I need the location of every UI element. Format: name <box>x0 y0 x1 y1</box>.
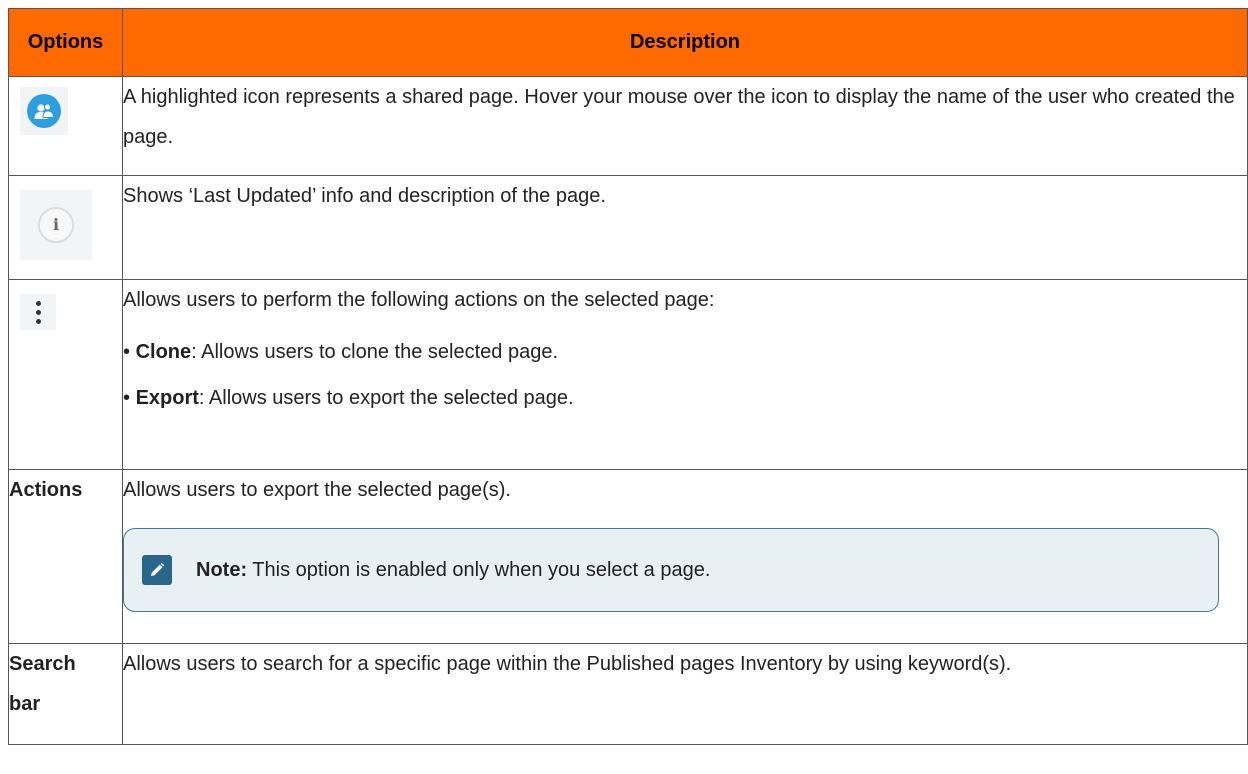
header-options: Options <box>8 8 123 77</box>
description-text: Allows users to search for a specific pa… <box>123 653 1012 675</box>
options-label-actions: Actions <box>8 469 123 644</box>
description-text: A highlighted icon represents a shared p… <box>123 86 1235 148</box>
info-icon: i <box>38 207 74 243</box>
options-label-search-bar: Search bar <box>8 643 123 745</box>
table-row: Actions Allows users to export the selec… <box>8 469 1248 644</box>
description-text: Allows users to perform the following ac… <box>123 289 715 311</box>
clone-text: : Allows users to clone the selected pag… <box>191 341 559 363</box>
note-text: Note: This option is enabled only when y… <box>196 550 710 590</box>
description-cell: A highlighted icon represents a shared p… <box>122 76 1248 176</box>
description-cell: Allows users to search for a specific pa… <box>122 643 1248 745</box>
header-description: Description <box>122 8 1248 77</box>
action-list: • Clone: Allows users to clone the selec… <box>123 332 1247 418</box>
table-row: Allows users to perform the following ac… <box>8 279 1248 470</box>
note-box: Note: This option is enabled only when y… <box>123 528 1219 612</box>
export-term: Export <box>135 387 199 409</box>
list-item: • Export: Allows users to export the sel… <box>123 387 574 409</box>
pencil-icon <box>142 555 172 585</box>
description-cell: Allows users to export the selected page… <box>122 469 1248 644</box>
description-text: Allows users to export the selected page… <box>123 479 511 501</box>
info-icon-frame: i <box>20 190 92 260</box>
description-text: Shows ‘Last Updated’ info and descriptio… <box>123 185 606 207</box>
note-label: Note: <box>196 559 248 581</box>
label-line: bar <box>9 693 41 715</box>
label-line: Search <box>9 653 76 675</box>
options-cell <box>8 76 123 176</box>
export-text: : Allows users to export the selected pa… <box>198 387 574 409</box>
shared-page-icon-frame <box>20 87 68 135</box>
shared-page-icon <box>27 94 61 128</box>
more-options-icon <box>20 294 56 330</box>
options-table: Options Description A highlighted icon r… <box>8 8 1248 745</box>
note-body: This option is enabled only when you sel… <box>247 559 711 581</box>
table-row: A highlighted icon represents a shared p… <box>8 76 1248 176</box>
description-cell: Allows users to perform the following ac… <box>122 279 1248 470</box>
options-cell <box>8 279 123 470</box>
options-cell: i <box>8 175 123 280</box>
list-item: • Clone: Allows users to clone the selec… <box>123 341 559 363</box>
clone-term: Clone <box>135 341 192 363</box>
table-header-row: Options Description <box>8 8 1248 77</box>
description-cell: Shows ‘Last Updated’ info and descriptio… <box>122 175 1248 280</box>
table-row: Search bar Allows users to search for a … <box>8 643 1248 745</box>
table-row: i Shows ‘Last Updated’ info and descript… <box>8 175 1248 280</box>
